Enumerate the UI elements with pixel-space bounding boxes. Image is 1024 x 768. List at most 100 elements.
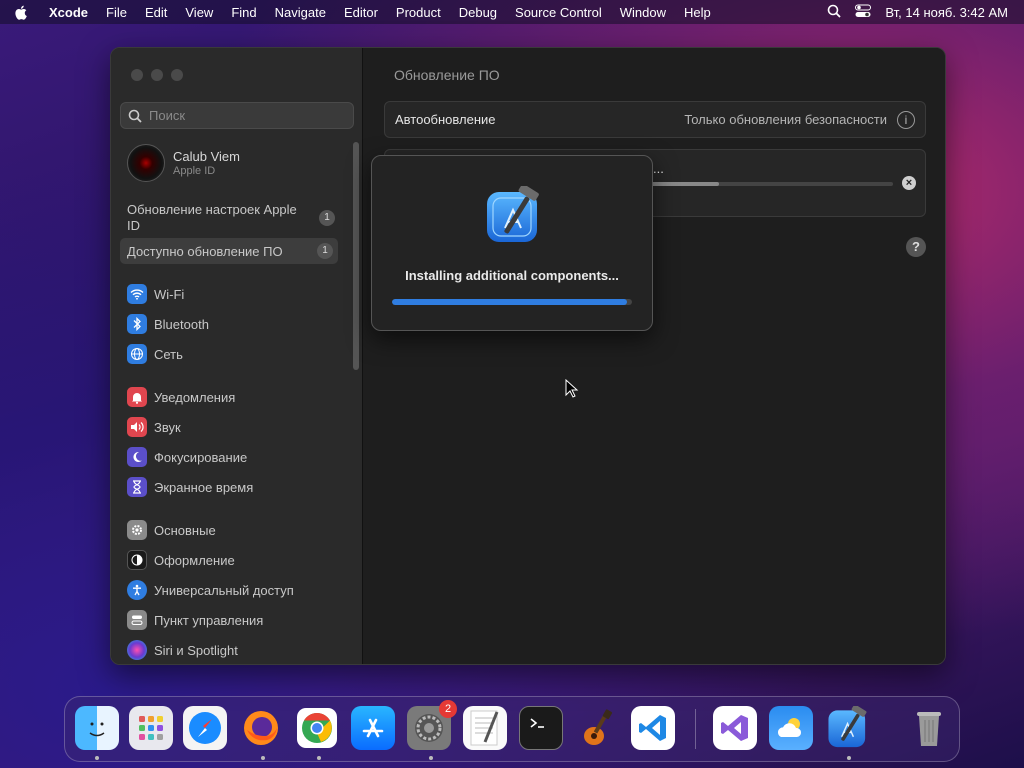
sidebar: Поиск Calub Viem Apple ID Обновление нас… <box>111 48 363 664</box>
menu-bar: Xcode File Edit View Find Navigate Edito… <box>0 0 1024 24</box>
firefox-icon[interactable] <box>239 706 283 750</box>
search-placeholder: Поиск <box>149 108 186 123</box>
bluetooth-icon <box>127 314 147 334</box>
mouse-cursor-icon <box>565 379 579 398</box>
zoom-window-button[interactable] <box>171 69 183 81</box>
menu-view[interactable]: View <box>176 5 222 20</box>
avatar <box>127 144 165 182</box>
sidebar-item-control-center[interactable]: Пункт управления <box>120 609 338 631</box>
settings-window: Поиск Calub Viem Apple ID Обновление нас… <box>110 47 946 665</box>
menu-debug[interactable]: Debug <box>450 5 506 20</box>
weather-icon[interactable] <box>769 706 813 750</box>
download-progress-fill <box>645 182 720 186</box>
accessibility-icon <box>127 580 147 600</box>
app-store-icon[interactable] <box>351 706 395 750</box>
sidebar-item-label: Обновление настроек Apple ID <box>127 202 297 233</box>
auto-update-row: Автообновление Только обновления безопас… <box>384 101 926 138</box>
menu-navigate[interactable]: Navigate <box>266 5 335 20</box>
general-icon <box>127 520 147 540</box>
notification-badge: 1 <box>317 243 333 259</box>
garageband-icon[interactable] <box>575 706 619 750</box>
apple-menu-icon[interactable] <box>0 4 40 21</box>
launchpad-icon[interactable] <box>129 706 173 750</box>
network-icon <box>127 344 147 364</box>
wifi-icon <box>127 284 147 304</box>
xcode-install-dialog: Installing additional components... <box>371 155 653 331</box>
minimize-window-button[interactable] <box>151 69 163 81</box>
sidebar-item-apple-id-update[interactable]: Обновление настроек Apple ID 1 <box>120 202 340 234</box>
close-window-button[interactable] <box>131 69 143 81</box>
sidebar-item-sound[interactable]: Звук <box>120 416 338 438</box>
sidebar-item-general[interactable]: Основные <box>120 519 338 541</box>
textedit-icon[interactable] <box>463 706 507 750</box>
help-button[interactable]: ? <box>906 237 926 257</box>
notification-badge: 1 <box>319 210 335 226</box>
sidebar-item-label: Сеть <box>154 346 183 362</box>
sidebar-item-notifications[interactable]: Уведомления <box>120 386 338 408</box>
xcode-icon[interactable] <box>827 706 871 750</box>
menu-clock[interactable]: Вт, 14 нояб. 3:42 AM <box>885 5 1008 20</box>
vscode-icon[interactable] <box>631 706 675 750</box>
visual-studio-icon[interactable] <box>713 706 757 750</box>
sidebar-item-focus[interactable]: Фокусирование <box>120 446 338 468</box>
spotlight-search-icon[interactable] <box>827 4 842 21</box>
install-progress-bar <box>392 299 632 305</box>
sidebar-item-label: Siri и Spotlight <box>154 642 238 658</box>
sidebar-item-software-update[interactable]: Доступно обновление ПО 1 <box>120 238 338 264</box>
sidebar-item-wifi[interactable]: Wi-Fi <box>120 283 338 305</box>
notifications-icon <box>127 387 147 407</box>
sidebar-item-label: Уведомления <box>154 389 236 405</box>
auto-update-value: Только обновления безопасности <box>684 112 887 127</box>
menu-find[interactable]: Find <box>222 5 265 20</box>
account-name: Calub Viem <box>173 149 240 164</box>
running-indicator <box>847 756 851 760</box>
menu-window[interactable]: Window <box>611 5 675 20</box>
running-indicator <box>317 756 321 760</box>
sidebar-item-label: Фокусирование <box>154 449 248 465</box>
menu-edit[interactable]: Edit <box>136 5 176 20</box>
sidebar-item-label: Wi-Fi <box>154 286 185 302</box>
sidebar-item-label: Доступно обновление ПО <box>127 243 283 259</box>
download-status-text: ... <box>653 161 664 176</box>
dock: 2 <box>64 696 960 762</box>
apple-id-account[interactable]: Calub Viem Apple ID <box>127 144 240 182</box>
software-update-pane: Обновление ПО Автообновление Только обно… <box>364 48 945 664</box>
account-subtitle: Apple ID <box>173 165 216 177</box>
menu-product[interactable]: Product <box>387 5 450 20</box>
page-title: Обновление ПО <box>394 67 500 83</box>
sidebar-item-network[interactable]: Сеть <box>120 343 338 365</box>
control-center-icon[interactable] <box>855 4 872 21</box>
safari-icon[interactable] <box>183 706 227 750</box>
install-progress-fill <box>392 299 628 305</box>
notification-badge: 2 <box>439 700 457 718</box>
sidebar-item-appearance[interactable]: Оформление <box>120 549 338 571</box>
xcode-app-icon <box>487 186 539 242</box>
siri-icon <box>127 640 147 660</box>
running-indicator <box>95 756 99 760</box>
chrome-icon[interactable] <box>295 706 339 750</box>
auto-update-label: Автообновление <box>395 112 496 127</box>
sidebar-item-screen-time[interactable]: Экранное время <box>120 476 338 498</box>
install-status-message: Installing additional components... <box>405 268 619 283</box>
sidebar-item-siri[interactable]: Siri и Spotlight <box>120 639 338 661</box>
trash-icon[interactable] <box>907 706 951 750</box>
sidebar-scrollbar[interactable] <box>353 142 359 370</box>
sidebar-item-bluetooth[interactable]: Bluetooth <box>120 313 338 335</box>
dock-separator <box>695 709 696 749</box>
menu-file[interactable]: File <box>97 5 136 20</box>
window-controls <box>131 69 183 81</box>
sidebar-item-accessibility[interactable]: Универсальный доступ <box>120 579 338 601</box>
system-settings-icon[interactable]: 2 <box>407 700 457 750</box>
sidebar-item-label: Основные <box>154 522 216 538</box>
sidebar-item-label: Универсальный доступ <box>154 582 294 598</box>
menu-source-control[interactable]: Source Control <box>506 5 611 20</box>
info-button[interactable]: i <box>897 110 915 129</box>
menu-editor[interactable]: Editor <box>335 5 387 20</box>
menu-help[interactable]: Help <box>675 5 720 20</box>
terminal-icon[interactable] <box>519 706 563 750</box>
menu-app-name[interactable]: Xcode <box>40 5 97 20</box>
search-input[interactable]: Поиск <box>120 102 354 129</box>
sidebar-item-label: Bluetooth <box>154 316 209 332</box>
finder-icon[interactable] <box>75 706 119 750</box>
cancel-download-button[interactable]: × <box>902 176 916 190</box>
